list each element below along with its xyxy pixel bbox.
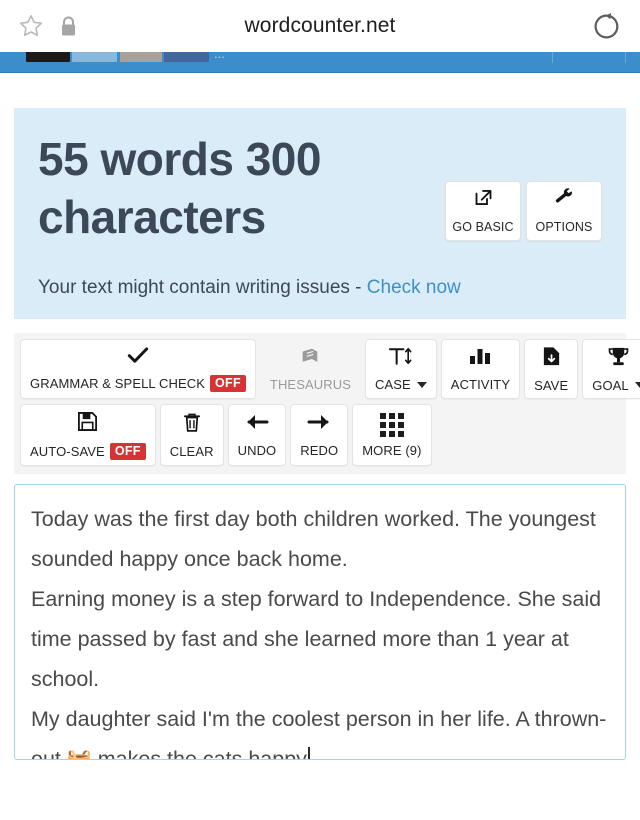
wrench-icon xyxy=(553,187,575,213)
grammar-spell-check-button[interactable]: GRAMMAR & SPELL CHECK OFF xyxy=(20,338,256,399)
case-label: CASE xyxy=(374,377,411,393)
grammar-spell-check-label: GRAMMAR & SPELL CHECK xyxy=(30,375,205,391)
editor-line-1: Today was the first day both children wo… xyxy=(31,506,602,571)
check-icon xyxy=(127,347,149,369)
trash-icon xyxy=(182,412,202,438)
panel-actions: GO BASIC OPTIONS xyxy=(445,180,602,241)
writing-issues-text: Your text might contain writing issues - xyxy=(38,276,367,298)
text-cursor xyxy=(307,746,310,759)
goal-button[interactable]: GOAL xyxy=(582,338,640,399)
check-now-link[interactable]: Check now xyxy=(367,277,461,298)
activity-label: ACTIVITY xyxy=(450,377,511,393)
redo-button[interactable]: REDO xyxy=(290,403,349,466)
go-basic-label: GO BASIC xyxy=(452,220,514,235)
thesaurus-label: THESAURUS xyxy=(269,376,351,392)
save-button[interactable]: SAVE xyxy=(524,338,579,399)
editor-line-2: Earning money is a step forward to Indep… xyxy=(31,586,608,691)
thesaurus-button[interactable]: THESAURUS xyxy=(259,338,361,399)
book-icon xyxy=(299,347,321,371)
browser-toolbar: wordcounter.net xyxy=(0,0,640,52)
more-button[interactable]: MORE (9) xyxy=(352,403,432,466)
options-button[interactable]: OPTIONS xyxy=(526,180,602,241)
star-icon[interactable] xyxy=(18,13,44,39)
nav-partial-text: ... xyxy=(214,52,225,61)
writing-issues-notice: Your text might contain writing issues -… xyxy=(38,277,602,299)
floppy-disk-icon xyxy=(77,411,98,437)
chevron-down-icon xyxy=(634,382,640,389)
auto-save-button[interactable]: AUTO-SAVE OFF xyxy=(20,403,156,466)
text-case-icon xyxy=(388,346,413,371)
clear-button[interactable]: CLEAR xyxy=(159,403,224,466)
go-basic-button[interactable]: GO BASIC xyxy=(445,180,521,241)
nav-block-2 xyxy=(72,52,117,62)
grammar-status-badge: OFF xyxy=(210,374,246,392)
toolbar-row-1: GRAMMAR & SPELL CHECK OFF THESAURUS CASE… xyxy=(20,338,640,399)
bar-chart-icon xyxy=(468,346,492,371)
editor-line-3-post: makes the cats happy xyxy=(91,746,307,760)
goal-label: GOAL xyxy=(592,377,629,393)
nav-block-3 xyxy=(120,52,162,62)
clear-label: CLEAR xyxy=(169,443,214,459)
page-title: 55 words 300 characters xyxy=(38,133,321,244)
save-label: SAVE xyxy=(534,377,569,393)
redo-label: REDO xyxy=(300,443,339,459)
activity-button[interactable]: ACTIVITY xyxy=(440,338,521,399)
page-body: 55 words 300 characters GO BASIC OPTIONS… xyxy=(0,108,640,760)
toolbar-row-2: AUTO-SAVE OFF CLEAR UNDO REDO MORE (9) xyxy=(20,403,620,466)
lock-icon[interactable] xyxy=(60,16,77,37)
trophy-icon xyxy=(607,346,630,372)
nav-block-4 xyxy=(164,52,209,62)
auto-save-status-badge: OFF xyxy=(109,442,146,460)
options-label: OPTIONS xyxy=(535,220,593,235)
editor-content: Today was the first day both children wo… xyxy=(31,499,609,760)
site-nav-strip: ... xyxy=(0,52,640,73)
basket-emoji: 🧺 xyxy=(66,748,92,760)
undo-button[interactable]: UNDO xyxy=(227,403,287,466)
grid-icon xyxy=(379,412,404,437)
nav-block-1 xyxy=(26,52,70,62)
save-file-icon xyxy=(541,346,562,372)
more-label: MORE (9) xyxy=(362,442,422,458)
arrow-left-icon xyxy=(245,412,269,437)
text-editor-area[interactable]: Today was the first day both children wo… xyxy=(14,483,626,760)
external-link-icon xyxy=(473,187,494,213)
auto-save-label: AUTO-SAVE xyxy=(30,443,105,459)
arrow-right-icon xyxy=(307,412,331,437)
nav-strip-button[interactable] xyxy=(552,52,626,63)
chevron-down-icon xyxy=(416,381,427,388)
reload-icon[interactable] xyxy=(591,11,622,42)
case-button[interactable]: CASE xyxy=(364,338,437,399)
word-count-panel: 55 words 300 characters GO BASIC OPTIONS… xyxy=(14,108,626,319)
url-text: wordcounter.net xyxy=(244,14,396,37)
editor-toolbar: GRAMMAR & SPELL CHECK OFF THESAURUS CASE… xyxy=(14,332,640,474)
undo-label: UNDO xyxy=(237,443,277,459)
